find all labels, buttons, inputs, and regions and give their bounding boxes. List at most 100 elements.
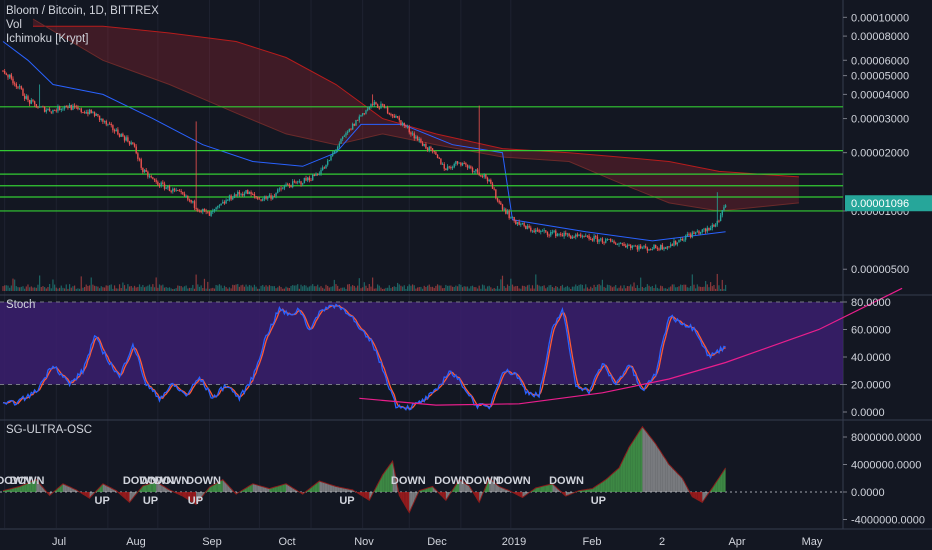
- volume-bar: [595, 287, 597, 291]
- volume-bar: [478, 285, 480, 291]
- volume-bar: [358, 278, 360, 291]
- candle-body: [610, 239, 612, 242]
- candle-body: [538, 230, 540, 232]
- osc-area: [261, 486, 263, 492]
- volume-bar: [618, 287, 620, 291]
- candle-body: [52, 110, 54, 113]
- candle-body: [430, 146, 432, 149]
- candle-body: [591, 239, 594, 241]
- volume-bar: [185, 285, 187, 291]
- candle-body: [606, 238, 609, 240]
- volume-bar: [560, 286, 562, 291]
- osc-area: [279, 485, 282, 492]
- volume-bar: [338, 288, 340, 291]
- candle-body: [188, 199, 191, 201]
- candle-body: [92, 112, 94, 114]
- osc-pane-label[interactable]: SG-ULTRA-OSC: [6, 424, 92, 436]
- volume-bar: [388, 285, 390, 291]
- osc-area: [659, 449, 661, 492]
- volume-bar: [260, 285, 262, 291]
- candle-body: [311, 174, 314, 181]
- candle-body: [721, 210, 723, 216]
- osc-area: [672, 467, 674, 492]
- volume-bar: [646, 284, 648, 291]
- volume-bar: [323, 288, 325, 291]
- candle-body: [158, 185, 161, 187]
- candle-body: [257, 197, 259, 199]
- volume-bar: [451, 286, 454, 291]
- candle-body: [97, 114, 99, 116]
- volume-bar: [14, 279, 16, 291]
- volume-bar: [110, 284, 112, 291]
- candle-body: [501, 204, 504, 210]
- candle-body: [548, 234, 550, 236]
- candle-body: [371, 104, 374, 106]
- osc-area: [614, 470, 616, 492]
- osc-area: [660, 451, 663, 492]
- volume-bar: [65, 284, 67, 291]
- osc-signal-up: UP: [339, 495, 354, 507]
- candle-body: [503, 209, 505, 211]
- volume-bar: [568, 287, 570, 291]
- volume-bar: [523, 285, 525, 291]
- volume-bar: [230, 288, 232, 291]
- volume-bar: [73, 285, 76, 291]
- volume-bar: [103, 287, 106, 291]
- volume-bar: [115, 288, 117, 291]
- volume-bar: [570, 288, 572, 291]
- indicator-vol-label[interactable]: Vol: [6, 18, 159, 32]
- candle-body: [673, 241, 675, 246]
- volume-bar: [428, 284, 430, 291]
- volume-bar: [516, 285, 519, 291]
- candle-body: [338, 143, 341, 147]
- candle-body: [356, 120, 359, 121]
- candle-body: [310, 180, 312, 182]
- volume-bar: [526, 285, 529, 291]
- volume-bar: [441, 288, 444, 291]
- candle-body: [605, 239, 607, 243]
- candle-body: [658, 248, 660, 250]
- volume-bar: [368, 284, 370, 291]
- candle-body: [674, 241, 677, 245]
- volume-bar: [215, 284, 217, 291]
- symbol-title[interactable]: Bloom / Bitcoin, 1D, BITTREX: [6, 4, 159, 18]
- volume-bar: [397, 282, 399, 291]
- candle-body: [238, 191, 241, 195]
- volume-bar: [387, 287, 389, 291]
- candle-body: [250, 192, 252, 195]
- last-price-label: 0.00001096: [851, 198, 909, 210]
- candle-body: [445, 168, 447, 171]
- osc-area: [385, 467, 388, 492]
- candle-body: [646, 247, 649, 251]
- candle-body: [28, 100, 31, 104]
- volume-bar: [113, 285, 116, 291]
- volume-bar: [600, 285, 602, 291]
- volume-bar: [583, 288, 585, 291]
- osc-area: [657, 446, 659, 492]
- candle-body: [258, 198, 261, 200]
- osc-area: [326, 483, 328, 492]
- indicator-ichimoku-label[interactable]: Ichimoku [Krypt]: [6, 32, 159, 46]
- volume-bar: [367, 288, 369, 291]
- volume-bar: [283, 288, 285, 291]
- stoch-axis-label: 80.0000: [851, 297, 891, 309]
- volume-bar: [308, 286, 310, 291]
- price-axis-label: 0.00005000: [851, 71, 909, 83]
- volume-bar: [225, 287, 227, 291]
- osc-area: [650, 437, 653, 492]
- stoch-pane-label[interactable]: Stoch: [6, 299, 35, 311]
- volume-bar: [255, 286, 257, 291]
- candle-body: [247, 190, 249, 195]
- candle-body: [273, 196, 276, 198]
- volume-bar: [558, 288, 560, 291]
- candle-body: [714, 224, 717, 227]
- volume-bar: [540, 286, 542, 291]
- volume-bar: [34, 287, 36, 291]
- candle-body: [167, 186, 169, 188]
- volume-bar: [217, 285, 219, 291]
- volume-bar: [590, 286, 592, 291]
- osc-area: [642, 426, 644, 492]
- volume-bar: [190, 287, 192, 291]
- volume-bar: [85, 284, 87, 291]
- candle-body: [505, 209, 507, 214]
